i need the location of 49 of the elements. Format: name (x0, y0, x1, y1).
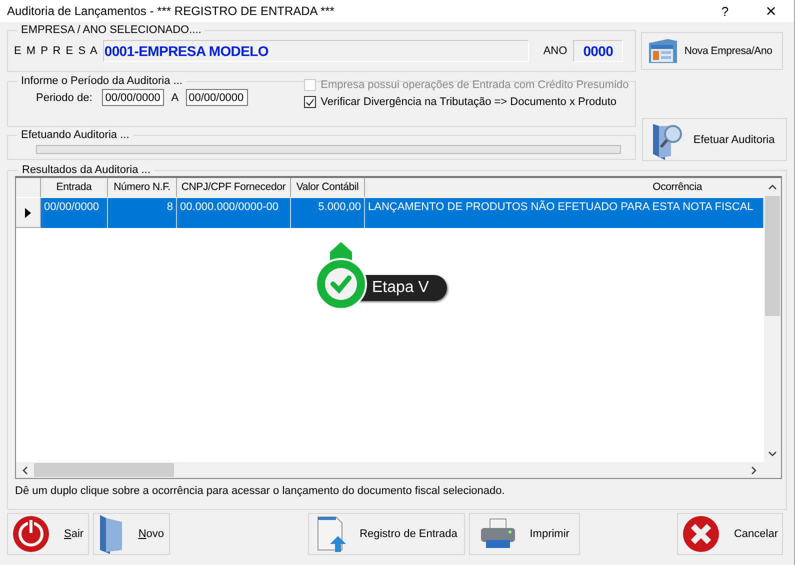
column-header[interactable]: Número N.F. (108, 178, 177, 197)
printer-icon (480, 518, 516, 550)
toolbar-button[interactable]: Cancelar (676, 513, 784, 555)
efetuar-auditoria-button[interactable]: Efetuar Auditoria (642, 118, 788, 161)
table-cell: 00.000.000/0000-00 (177, 198, 291, 228)
close-button[interactable]: × (748, 0, 794, 22)
folder-icon (98, 514, 124, 554)
power-icon (12, 515, 50, 553)
column-header[interactable]: Ocorrência (365, 178, 764, 197)
table-cell: 8 (108, 198, 177, 228)
toolbar-button[interactable]: Sair (7, 513, 89, 555)
table-row[interactable]: 00/00/0000 8 00.000.000/0000-00 5.000,00 LANÇAMENTO DE PRODUTOS NÃO EFETUADO PARA ESTA NOTA FISCAL (16, 198, 764, 228)
checkbox[interactable] (304, 96, 316, 108)
vertical-scrollbar[interactable] (764, 178, 781, 462)
column-header[interactable]: CNPJ/CPF Fornecedor (177, 178, 291, 197)
group-legend: Informe o Período da Auditoria ... (17, 75, 186, 87)
periodo-label: Periodo de: (36, 92, 92, 104)
cancel-icon (682, 515, 720, 553)
group-legend: Efetuando Auditoria ... (17, 129, 134, 141)
ano-field: 0000 (573, 40, 624, 62)
ano-label: ANO (543, 45, 568, 57)
toolbar-button[interactable]: Registro de Entrada (308, 513, 466, 555)
group-legend: Resultados da Auditoria ... (18, 164, 154, 176)
empresa-label: E M P R E S A (14, 45, 98, 57)
date-field[interactable]: 00/00/0000 (186, 89, 248, 106)
column-header[interactable]: Entrada (41, 178, 108, 197)
help-button[interactable]: ? (702, 4, 748, 18)
toolbar-button[interactable]: Novo (92, 513, 170, 555)
scroll-up-icon[interactable] (768, 184, 777, 190)
range-separator: A (171, 92, 179, 104)
checkbox-label: Verificar Divergência na Tributação => Documento x Produto (320, 96, 617, 108)
empresa-field: 0001-EMPRESA MODELO (103, 40, 530, 62)
hint-text: Dê um duplo clique sobre a ocorrência para acessar o lançamento do documento fiscal selecionado. (15, 484, 506, 497)
table-cell: LANÇAMENTO DE PRODUTOS NÃO EFETUADO PARA ESTA NOTA FISCAL (365, 198, 764, 228)
table-cell: 00/00/0000 (41, 198, 108, 228)
nova-empresa-button[interactable]: Nova Empresa/Ano (641, 32, 784, 70)
row-pointer-icon (25, 208, 31, 218)
column-header[interactable]: Valor Contábil (291, 178, 365, 197)
date-field[interactable]: 00/00/0000 (102, 89, 164, 106)
window-title: Auditoria de Lançamentos - *** REGISTRO DE ENTRADA *** (7, 4, 336, 18)
document-upload-icon (316, 516, 346, 552)
scroll-right-icon[interactable] (751, 466, 757, 474)
table-cell: 5.000,00 (291, 198, 365, 228)
checkbox-label: Empresa possui operações de Entrada com Crédito Presumido (320, 79, 629, 91)
toolbar-button[interactable]: Imprimir (469, 513, 580, 555)
scroll-down-icon[interactable] (768, 451, 777, 457)
group-legend: EMPRESA / ANO SELECIONADO.... (17, 24, 206, 36)
horizontal-scrollbar[interactable] (16, 462, 781, 478)
scroll-left-icon[interactable] (22, 466, 28, 474)
